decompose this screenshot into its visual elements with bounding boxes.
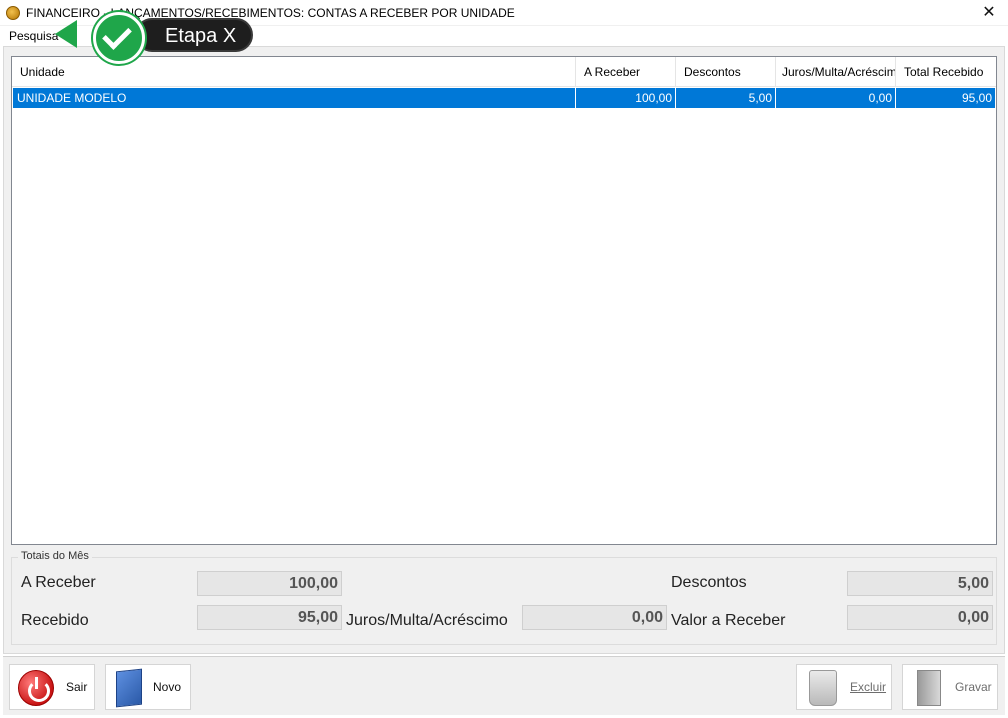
sair-button[interactable]: Sair bbox=[9, 664, 95, 710]
cell-total-recebido: 95,00 bbox=[961, 91, 992, 105]
etapa-pill: Etapa X bbox=[135, 18, 253, 52]
save-icon bbox=[917, 670, 941, 706]
grid-header: Unidade A Receber Descontos Juros/Multa/… bbox=[12, 57, 996, 87]
column-header-descontos[interactable]: Descontos bbox=[676, 57, 776, 87]
totais-legend: Totais do Mês bbox=[18, 550, 92, 562]
new-document-icon bbox=[116, 668, 142, 708]
descontos-label: Descontos bbox=[671, 574, 747, 591]
close-icon[interactable]: ✕ bbox=[978, 3, 1000, 23]
menu-item-pesquisa[interactable]: Pesquisa bbox=[9, 29, 58, 43]
totais-groupbox: Totais do Mês A Receber 100,00 Descontos… bbox=[11, 550, 997, 645]
cell-descontos: 5,00 bbox=[676, 88, 776, 108]
valor-a-receber-field: 0,00 bbox=[847, 605, 993, 630]
power-icon bbox=[18, 670, 54, 706]
bottom-toolbar: Sair Novo Excluir Gravar bbox=[3, 657, 1005, 715]
column-header-total-recebido[interactable]: Total Recebido bbox=[896, 57, 996, 87]
gravar-button[interactable]: Gravar bbox=[902, 664, 998, 710]
novo-button[interactable]: Novo bbox=[105, 664, 191, 710]
data-grid[interactable]: Unidade A Receber Descontos Juros/Multa/… bbox=[11, 56, 997, 545]
column-header-unidade[interactable]: Unidade bbox=[12, 57, 576, 87]
checkmark-badge bbox=[93, 12, 145, 64]
valor-a-receber-label: Valor a Receber bbox=[671, 612, 786, 629]
a-receber-label: A Receber bbox=[21, 574, 96, 591]
checkmark-icon bbox=[102, 20, 132, 50]
a-receber-field: 100,00 bbox=[197, 571, 342, 596]
column-header-juros[interactable]: Juros/Multa/Acréscimo bbox=[776, 57, 896, 87]
etapa-label: Etapa X bbox=[165, 25, 237, 47]
table-row[interactable]: UNIDADE MODELO 100,00 5,00 0,00 95,00 bbox=[13, 88, 995, 108]
juros-field: 0,00 bbox=[522, 605, 667, 630]
trash-icon bbox=[809, 670, 837, 706]
etapa-badge: Etapa X bbox=[55, 12, 255, 64]
cell-unidade: UNIDADE MODELO bbox=[13, 88, 576, 108]
recebido-field: 95,00 bbox=[197, 605, 342, 630]
cell-juros: 0,00 bbox=[776, 88, 896, 108]
sair-label: Sair bbox=[66, 680, 88, 694]
excluir-label: Excluir bbox=[850, 680, 887, 694]
column-header-a-receber[interactable]: A Receber bbox=[576, 57, 676, 87]
gravar-label: Gravar bbox=[955, 680, 992, 694]
etapa-pointer bbox=[55, 20, 77, 48]
juros-label: Juros/Multa/Acréscimo bbox=[346, 612, 508, 629]
descontos-field: 5,00 bbox=[847, 571, 993, 596]
novo-label: Novo bbox=[153, 680, 182, 694]
app-icon bbox=[6, 6, 20, 20]
excluir-button[interactable]: Excluir bbox=[796, 664, 892, 710]
recebido-label: Recebido bbox=[21, 612, 89, 629]
cell-a-receber: 100,00 bbox=[576, 88, 676, 108]
